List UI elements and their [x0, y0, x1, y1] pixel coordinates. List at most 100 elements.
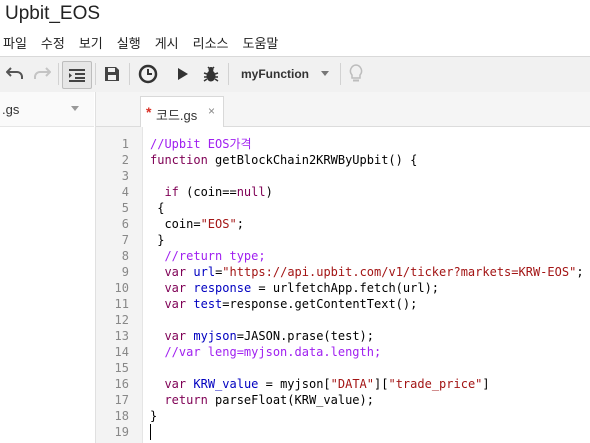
line-number: 1 [121, 137, 129, 151]
code-token: //Upbit EOS가격 [150, 137, 252, 151]
code-line[interactable]: var myjson=JASON.prase(test); [150, 328, 374, 344]
line-number: 2 [121, 153, 129, 167]
line-number: 18 [114, 409, 129, 423]
line-number: 4 [121, 185, 129, 199]
function-select[interactable]: myFunction [233, 61, 337, 87]
tab-code-gs[interactable]: * 코드.gs × [140, 96, 224, 127]
menu-file[interactable]: 파일 [0, 33, 34, 52]
menu-publish[interactable]: 게시 [148, 33, 186, 52]
title-bar: Upbit_EOS [0, 0, 590, 30]
line-number: 6 [121, 217, 129, 231]
code-line[interactable]: if (coin==null) [150, 184, 273, 200]
file-sidebar: .gs [0, 92, 96, 443]
triggers-button[interactable] [134, 61, 162, 87]
menu-bar: 파일 수정 보기 실행 게시 리소스 도움말 [0, 30, 590, 54]
line-number: 8 [121, 249, 129, 263]
code-token: = myjson[ [258, 377, 331, 391]
line-number: 7 [121, 233, 129, 247]
code-token: if [164, 185, 179, 199]
debug-button[interactable] [199, 61, 223, 87]
tab-strip: * 코드.gs × [96, 92, 590, 127]
code-line[interactable]: var url="https://api.upbit.com/v1/ticker… [150, 264, 584, 280]
menu-run[interactable]: 실행 [110, 33, 148, 52]
code-token: (coin== [178, 185, 237, 199]
code-token: KRW_value [193, 377, 259, 391]
code-token: var [164, 329, 187, 343]
toolbar-divider [340, 63, 341, 85]
indent-icon [68, 68, 86, 82]
code-line[interactable]: var KRW_value = myjson["DATA"]["trade_pr… [150, 376, 490, 392]
code-token: = urlfetchApp.fetch(url); [251, 281, 440, 295]
code-token: getBlockChain2KRWByUpbit() { [207, 153, 418, 167]
line-number: 16 [114, 377, 129, 391]
save-icon [104, 66, 120, 82]
code-line[interactable]: //Upbit EOS가격 [150, 136, 252, 152]
sidebar-file-name: .gs [2, 102, 20, 117]
code-line[interactable]: var response = urlfetchApp.fetch(url); [150, 280, 439, 296]
execution-hints-button[interactable] [344, 61, 368, 87]
project-title[interactable]: Upbit_EOS [5, 3, 100, 25]
code-token: "trade_price" [388, 377, 483, 391]
code-token: =JASON.prase(test); [236, 329, 375, 343]
code-token: coin= [150, 217, 201, 231]
indent-button[interactable] [62, 61, 92, 89]
code-line[interactable]: //return type; [150, 248, 265, 264]
code-token: return [164, 393, 208, 407]
code-token: ] [482, 377, 490, 391]
run-button[interactable] [172, 61, 194, 87]
undo-icon [6, 67, 24, 81]
code-token: var [164, 281, 187, 295]
code-token: function [150, 153, 208, 167]
menu-resources[interactable]: 리소스 [186, 33, 236, 52]
code-line[interactable]: } [150, 232, 164, 248]
code-token: ][ [374, 377, 389, 391]
clock-icon [138, 64, 158, 84]
line-number: 12 [114, 313, 129, 327]
code-line[interactable]: coin="EOS"; [150, 216, 244, 232]
line-number: 15 [114, 361, 129, 375]
function-select-label: myFunction [241, 67, 309, 81]
code-token: test [193, 297, 223, 311]
code-token: } [150, 233, 165, 247]
menu-view[interactable]: 보기 [72, 33, 110, 52]
code-token: ; [236, 217, 244, 231]
code-line[interactable]: return parseFloat(KRW_value); [150, 392, 374, 408]
code-token: "DATA" [330, 377, 375, 391]
code-line[interactable]: } [150, 408, 157, 424]
code-line[interactable]: function getBlockChain2KRWByUpbit() { [150, 152, 417, 168]
line-number: 17 [114, 393, 129, 407]
code-editor[interactable]: 1 2 3 4 5 6 7 8 9 10 11 12 13 14 15 16 17 18 19 //Upbit EO… [96, 127, 590, 443]
code-line[interactable]: var test=response.getContentText(); [150, 296, 417, 312]
menu-edit[interactable]: 수정 [34, 33, 72, 52]
bug-icon [202, 65, 220, 83]
sidebar-file-item[interactable]: .gs [0, 92, 94, 127]
close-icon[interactable]: × [208, 104, 215, 118]
code-token: { [150, 201, 165, 215]
code-token: parseFloat(KRW_value); [207, 393, 374, 407]
save-button[interactable] [100, 61, 124, 87]
code-line[interactable]: { [150, 200, 164, 216]
redo-button[interactable] [30, 61, 54, 87]
undo-button[interactable] [3, 61, 27, 87]
line-number: 3 [121, 169, 129, 183]
menu-help[interactable]: 도움말 [236, 33, 286, 52]
chevron-down-icon[interactable] [71, 106, 79, 111]
line-number: 14 [114, 345, 129, 359]
text-cursor [150, 424, 151, 440]
code-token: //var leng=myjson.data.length; [164, 345, 382, 359]
line-number: 10 [114, 281, 129, 295]
code-token: ; [576, 265, 584, 279]
code-line[interactable]: //var leng=myjson.data.length; [150, 344, 381, 360]
code-token: ) [265, 185, 273, 199]
code-token: myjson [193, 329, 237, 343]
toolbar-divider [58, 63, 59, 85]
toolbar-divider [228, 63, 229, 85]
